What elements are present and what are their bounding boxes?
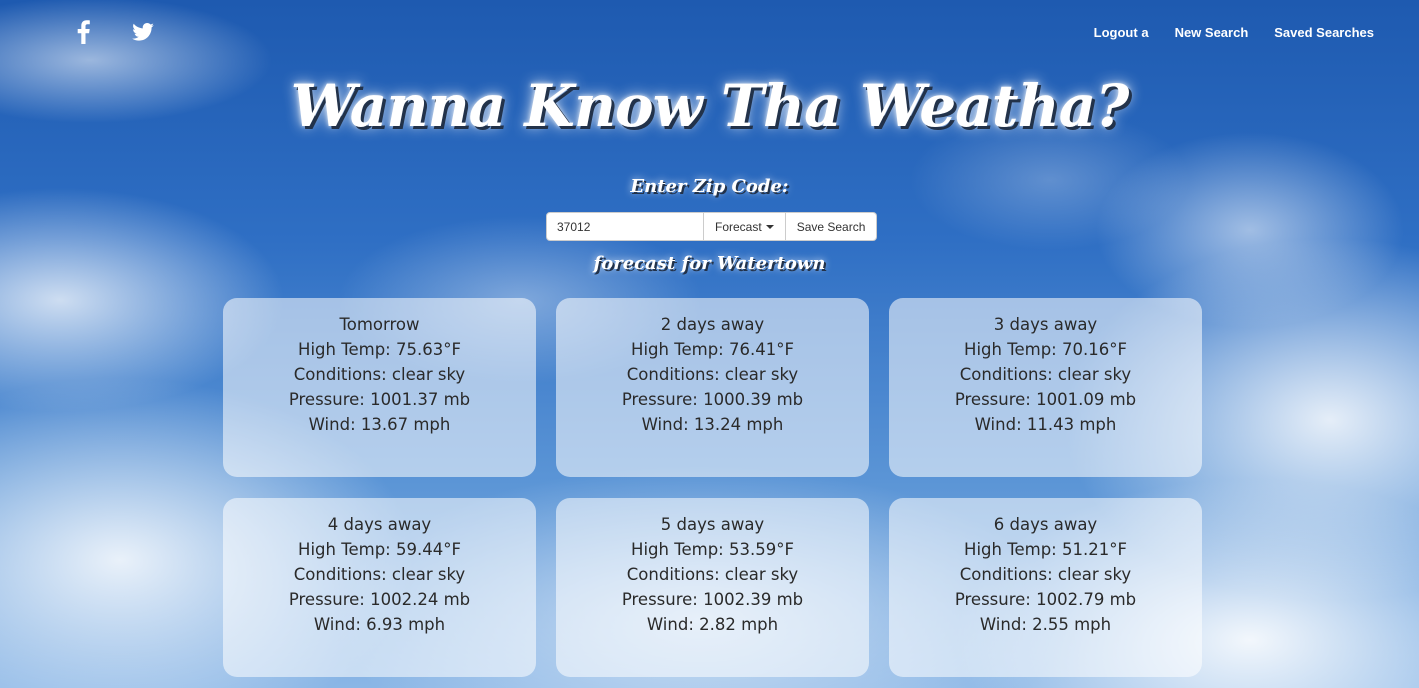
- card-high-temp: High Temp: 75.63°F: [298, 340, 461, 359]
- card-high-temp: High Temp: 70.16°F: [964, 340, 1127, 359]
- forecast-card: 2 days away High Temp: 76.41°F Condition…: [556, 298, 869, 477]
- twitter-icon: [132, 23, 154, 41]
- social-links: [70, 18, 156, 46]
- save-search-button[interactable]: Save Search: [785, 212, 878, 241]
- card-conditions: Conditions: clear sky: [959, 365, 1132, 384]
- new-search-link[interactable]: New Search: [1175, 25, 1249, 40]
- card-high-temp: High Temp: 51.21°F: [964, 540, 1127, 559]
- caret-down-icon: [765, 224, 774, 229]
- search-form: Forecast Save Search: [546, 212, 878, 241]
- card-pressure: Pressure: 1002.79 mb: [954, 590, 1137, 609]
- forecast-dropdown-label: Forecast: [715, 219, 762, 234]
- forecast-card: 5 days away High Temp: 53.59°F Condition…: [556, 498, 869, 677]
- card-day: 2 days away: [660, 315, 765, 334]
- logout-link[interactable]: Logout a: [1094, 25, 1149, 40]
- card-pressure: Pressure: 1001.09 mb: [954, 390, 1137, 409]
- card-conditions: Conditions: clear sky: [293, 365, 466, 384]
- page-title: Wanna Know Tha Weatha?: [290, 72, 1130, 140]
- card-pressure: Pressure: 1001.37 mb: [288, 390, 471, 409]
- forecast-card: 4 days away High Temp: 59.44°F Condition…: [223, 498, 536, 677]
- facebook-link[interactable]: [70, 18, 96, 46]
- card-day: 6 days away: [993, 515, 1098, 534]
- card-conditions: Conditions: clear sky: [293, 565, 466, 584]
- forecast-card: 6 days away High Temp: 51.21°F Condition…: [889, 498, 1202, 677]
- forecast-dropdown-button[interactable]: Forecast: [704, 212, 786, 241]
- saved-searches-link[interactable]: Saved Searches: [1274, 25, 1374, 40]
- card-wind: Wind: 2.55 mph: [979, 615, 1112, 634]
- card-day: 4 days away: [327, 515, 432, 534]
- card-day: 5 days away: [660, 515, 765, 534]
- twitter-link[interactable]: [130, 18, 156, 46]
- card-conditions: Conditions: clear sky: [959, 565, 1132, 584]
- card-wind: Wind: 13.24 mph: [641, 415, 784, 434]
- card-conditions: Conditions: clear sky: [626, 565, 799, 584]
- forecast-cards: Tomorrow High Temp: 75.63°F Conditions: …: [223, 298, 1203, 677]
- card-wind: Wind: 6.93 mph: [313, 615, 446, 634]
- card-high-temp: High Temp: 76.41°F: [631, 340, 794, 359]
- card-high-temp: High Temp: 53.59°F: [631, 540, 794, 559]
- card-high-temp: High Temp: 59.44°F: [298, 540, 461, 559]
- facebook-icon: [77, 20, 90, 44]
- card-pressure: Pressure: 1002.24 mb: [288, 590, 471, 609]
- card-wind: Wind: 11.43 mph: [974, 415, 1117, 434]
- top-nav: Logout a New Search Saved Searches: [1094, 25, 1374, 40]
- card-conditions: Conditions: clear sky: [626, 365, 799, 384]
- forecast-card: Tomorrow High Temp: 75.63°F Conditions: …: [223, 298, 536, 477]
- forecast-heading: forecast for Watertown: [593, 253, 826, 274]
- card-pressure: Pressure: 1002.39 mb: [621, 590, 804, 609]
- forecast-card: 3 days away High Temp: 70.16°F Condition…: [889, 298, 1202, 477]
- card-wind: Wind: 2.82 mph: [646, 615, 779, 634]
- card-wind: Wind: 13.67 mph: [308, 415, 451, 434]
- card-pressure: Pressure: 1000.39 mb: [621, 390, 804, 409]
- card-day: Tomorrow: [339, 315, 420, 334]
- zip-code-input[interactable]: [546, 212, 704, 241]
- card-day: 3 days away: [993, 315, 1098, 334]
- zip-code-label: Enter Zip Code:: [630, 176, 789, 197]
